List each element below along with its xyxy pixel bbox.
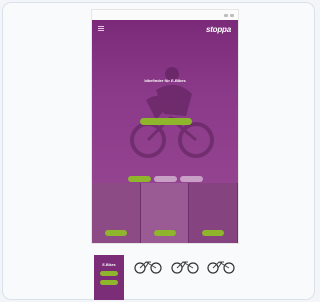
cookie-accept-button[interactable] (128, 176, 151, 182)
rider-silhouette-image (130, 67, 214, 158)
product-card[interactable] (204, 258, 238, 298)
tile-button[interactable] (104, 230, 127, 236)
tile-button[interactable] (153, 230, 176, 236)
cookie-buttons (128, 176, 203, 182)
panel-button[interactable] (100, 271, 118, 276)
ebike-image (207, 261, 235, 274)
category-tile[interactable] (140, 183, 190, 243)
cookie-decline-button[interactable] (180, 176, 203, 182)
browser-status-bar (92, 10, 238, 20)
mobile-page-preview: stoppa bikefinder für E-Bikes (91, 9, 239, 244)
hero-title: bikefinder für E-Bikes (144, 78, 186, 83)
ebike-product-strip: E-Bikes (91, 252, 239, 300)
hero-cta-button[interactable] (140, 118, 192, 125)
brand-logo[interactable]: stoppa (206, 25, 231, 34)
panel-button[interactable] (100, 280, 118, 285)
cookie-banner (104, 148, 226, 150)
menu-icon[interactable] (98, 26, 104, 31)
ebike-panel: E-Bikes (94, 255, 124, 300)
cookie-settings-button[interactable] (154, 176, 177, 182)
product-card[interactable] (131, 258, 165, 298)
category-tiles (92, 183, 238, 243)
tile-button[interactable] (202, 230, 225, 236)
status-icons (224, 13, 234, 17)
category-tile[interactable] (92, 183, 141, 243)
hero-section: stoppa bikefinder für E-Bikes (92, 20, 238, 183)
ebike-image (171, 261, 199, 274)
category-tile[interactable] (189, 183, 238, 243)
ebike-image (134, 261, 162, 274)
ebike-panel-title: E-Bikes (102, 263, 116, 267)
product-card[interactable] (168, 258, 202, 298)
